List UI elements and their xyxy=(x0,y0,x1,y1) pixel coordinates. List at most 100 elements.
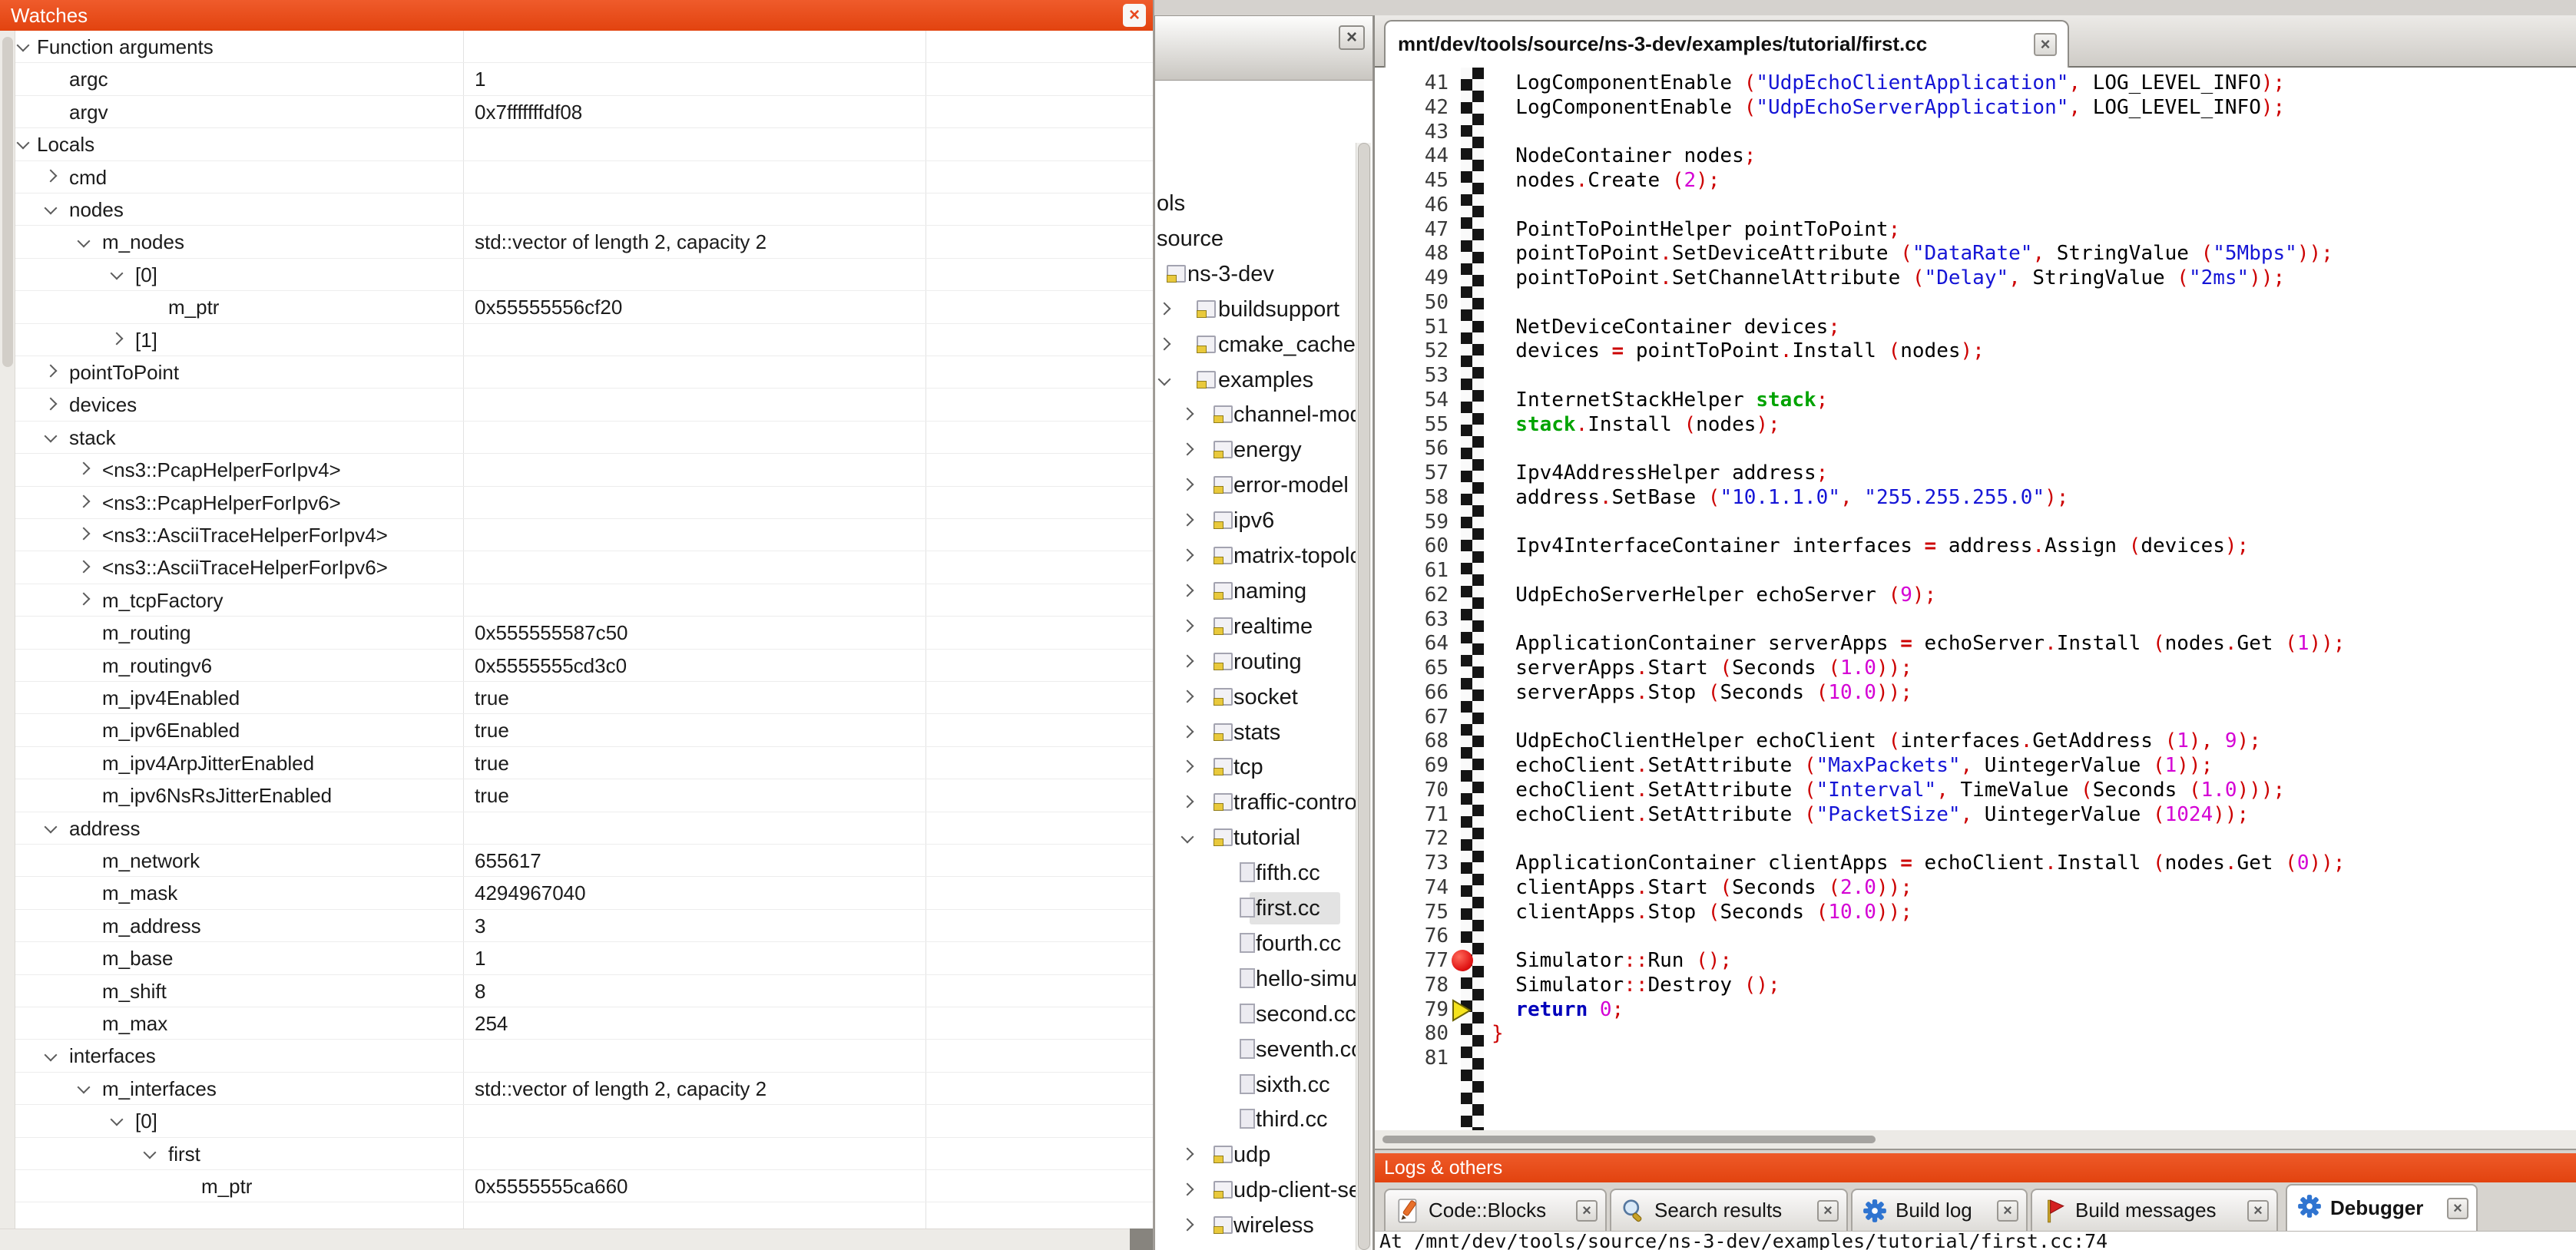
tree-item-first-cc[interactable]: first.cc xyxy=(1155,891,1372,926)
watch-row[interactable]: <ns3::AsciiTraceHelperForIpv4> xyxy=(15,519,1153,551)
tree-item-second-cc[interactable]: second.cc xyxy=(1155,997,1372,1032)
watch-row[interactable]: m_shift8 xyxy=(15,975,1153,1007)
tree-item-realtime[interactable]: realtime xyxy=(1155,609,1372,644)
code-line-78[interactable]: 78 Simulator::Destroy (); xyxy=(1375,973,2576,997)
code-line-44[interactable]: 44 NodeContainer nodes; xyxy=(1375,144,2576,168)
watches-titlebar[interactable]: Watches × xyxy=(0,0,1153,31)
chevron-right-icon[interactable] xyxy=(78,560,91,573)
code-line-66[interactable]: 66 serverApps.Stop (Seconds (10.0)); xyxy=(1375,680,2576,705)
watch-row[interactable]: <ns3::PcapHelperForIpv6> xyxy=(15,487,1153,519)
line-number[interactable]: 41 xyxy=(1378,71,1449,95)
code-line-73[interactable]: 73 ApplicationContainer clientApps = ech… xyxy=(1375,851,2576,875)
tree-item-matrix-topolo[interactable]: matrix-topolo xyxy=(1155,538,1372,574)
line-number[interactable]: 79 xyxy=(1378,997,1449,1022)
chevron-right-icon[interactable] xyxy=(78,462,91,475)
chevron-right-icon[interactable] xyxy=(78,494,91,508)
chevron-right-icon[interactable] xyxy=(1181,725,1194,738)
watches-vertical-scrollbar[interactable] xyxy=(0,31,15,1229)
line-number[interactable]: 74 xyxy=(1378,875,1449,900)
chevron-right-icon[interactable] xyxy=(1181,760,1194,773)
code-line-79[interactable]: 79 return 0; xyxy=(1375,997,2576,1022)
watch-row[interactable]: [0] xyxy=(15,259,1153,291)
code-line-70[interactable]: 70 echoClient.SetAttribute ("Interval", … xyxy=(1375,778,2576,802)
line-number[interactable]: 54 xyxy=(1378,388,1449,412)
tree-item-sixth-cc[interactable]: sixth.cc xyxy=(1155,1067,1372,1103)
tree-item-fifth-cc[interactable]: fifth.cc xyxy=(1155,855,1372,891)
chevron-down-icon[interactable] xyxy=(111,1113,124,1126)
watch-row[interactable]: <ns3::PcapHelperForIpv4> xyxy=(15,454,1153,486)
chevron-down-icon[interactable] xyxy=(45,820,58,833)
watch-row[interactable]: m_ptr0x5555555ca660 xyxy=(15,1170,1153,1202)
chevron-right-icon[interactable] xyxy=(1181,1183,1194,1196)
tree-item-examples[interactable]: examples xyxy=(1155,362,1372,398)
code-line-64[interactable]: 64 ApplicationContainer serverApps = ech… xyxy=(1375,631,2576,656)
watch-row[interactable]: m_ipv4Enabledtrue xyxy=(15,682,1153,714)
code-line-41[interactable]: 41 LogComponentEnable ("UdpEchoClientApp… xyxy=(1375,71,2576,95)
code-line-45[interactable]: 45 nodes.Create (2); xyxy=(1375,168,2576,193)
watch-row[interactable]: m_routing0x555555587c50 xyxy=(15,617,1153,649)
tree-item-socket[interactable]: socket xyxy=(1155,680,1372,715)
code-line-58[interactable]: 58 address.SetBase ("10.1.1.0", "255.255… xyxy=(1375,485,2576,510)
tree-item-cmake-cache[interactable]: cmake_cache xyxy=(1155,327,1372,362)
tree-item-energy[interactable]: energy xyxy=(1155,432,1372,468)
log-tab-search-results[interactable]: Search results× xyxy=(1610,1189,1848,1231)
tree-item-udp-client-ser[interactable]: udp-client-ser xyxy=(1155,1172,1372,1208)
chevron-down-icon[interactable] xyxy=(78,1080,91,1093)
code-line-48[interactable]: 48 pointToPoint.SetDeviceAttribute ("Dat… xyxy=(1375,241,2576,266)
editor-horizontal-scrollbar[interactable] xyxy=(1375,1130,2576,1149)
code-line-67[interactable]: 67 xyxy=(1375,705,2576,729)
log-tab-debugger[interactable]: Debugger× xyxy=(2286,1184,2478,1231)
chevron-right-icon[interactable] xyxy=(1181,549,1194,562)
tree-item-tutorial[interactable]: tutorial xyxy=(1155,820,1372,855)
tree-item-ols[interactable]: ols xyxy=(1155,186,1372,221)
code-line-74[interactable]: 74 clientApps.Start (Seconds (2.0)); xyxy=(1375,875,2576,900)
code-line-46[interactable]: 46 xyxy=(1375,193,2576,217)
watch-row[interactable]: m_ipv4ArpJitterEnabledtrue xyxy=(15,747,1153,779)
watch-row[interactable]: m_tcpFactory xyxy=(15,584,1153,617)
code-line-63[interactable]: 63 xyxy=(1375,607,2576,632)
code-line-51[interactable]: 51 NetDeviceContainer devices; xyxy=(1375,315,2576,339)
watch-row[interactable]: <ns3::AsciiTraceHelperForIpv6> xyxy=(15,551,1153,584)
chevron-down-icon[interactable] xyxy=(17,39,30,52)
code-line-81[interactable]: 81 xyxy=(1375,1046,2576,1070)
watch-row[interactable]: cmd xyxy=(15,161,1153,193)
line-number[interactable]: 70 xyxy=(1378,778,1449,802)
chevron-right-icon[interactable] xyxy=(45,169,58,182)
watch-row[interactable]: m_nodesstd::vector of length 2, capacity… xyxy=(15,226,1153,258)
watch-row[interactable]: argv0x7fffffffdf08 xyxy=(15,96,1153,128)
tree-item-tcp[interactable]: tcp xyxy=(1155,749,1372,785)
watch-row[interactable]: first xyxy=(15,1138,1153,1170)
line-number[interactable]: 48 xyxy=(1378,241,1449,266)
close-icon[interactable]: × xyxy=(2247,1200,2269,1222)
line-number[interactable]: 42 xyxy=(1378,95,1449,120)
chevron-right-icon[interactable] xyxy=(78,527,91,541)
chevron-right-icon[interactable] xyxy=(1181,478,1194,491)
chevron-down-icon[interactable] xyxy=(17,137,30,150)
chevron-down-icon[interactable] xyxy=(78,234,91,247)
code-line-80[interactable]: 80} xyxy=(1375,1021,2576,1046)
code-line-75[interactable]: 75 clientApps.Stop (Seconds (10.0)); xyxy=(1375,900,2576,924)
line-number[interactable]: 52 xyxy=(1378,339,1449,363)
editor-tab-first-cc[interactable]: mnt/dev/tools/source/ns-3-dev/examples/t… xyxy=(1384,20,2069,68)
line-number[interactable]: 77 xyxy=(1378,948,1449,973)
tree-item-udp[interactable]: udp xyxy=(1155,1137,1372,1172)
chevron-right-icon[interactable] xyxy=(45,397,58,410)
code-line-77[interactable]: 77 Simulator::Run (); xyxy=(1375,948,2576,973)
code-line-62[interactable]: 62 UdpEchoServerHelper echoServer (9); xyxy=(1375,583,2576,607)
code-line-52[interactable]: 52 devices = pointToPoint.Install (nodes… xyxy=(1375,339,2576,363)
tree-item-source[interactable]: source xyxy=(1155,221,1372,256)
watch-row[interactable]: Locals xyxy=(15,128,1153,160)
log-tab-code-blocks[interactable]: Code::Blocks× xyxy=(1384,1189,1607,1231)
tree-item-ipv6[interactable]: ipv6 xyxy=(1155,503,1372,538)
code-line-54[interactable]: 54 InternetStackHelper stack; xyxy=(1375,388,2576,412)
line-number[interactable]: 45 xyxy=(1378,168,1449,193)
line-number[interactable]: 72 xyxy=(1378,826,1449,851)
chevron-right-icon[interactable] xyxy=(78,592,91,605)
chevron-right-icon[interactable] xyxy=(1181,1148,1194,1161)
close-icon[interactable]: × xyxy=(1339,25,1365,50)
watch-row[interactable]: m_base1 xyxy=(15,942,1153,974)
chevron-right-icon[interactable] xyxy=(1181,408,1194,421)
watch-row[interactable]: [1] xyxy=(15,324,1153,356)
watch-row[interactable]: m_max254 xyxy=(15,1007,1153,1040)
code-line-50[interactable]: 50 xyxy=(1375,290,2576,315)
